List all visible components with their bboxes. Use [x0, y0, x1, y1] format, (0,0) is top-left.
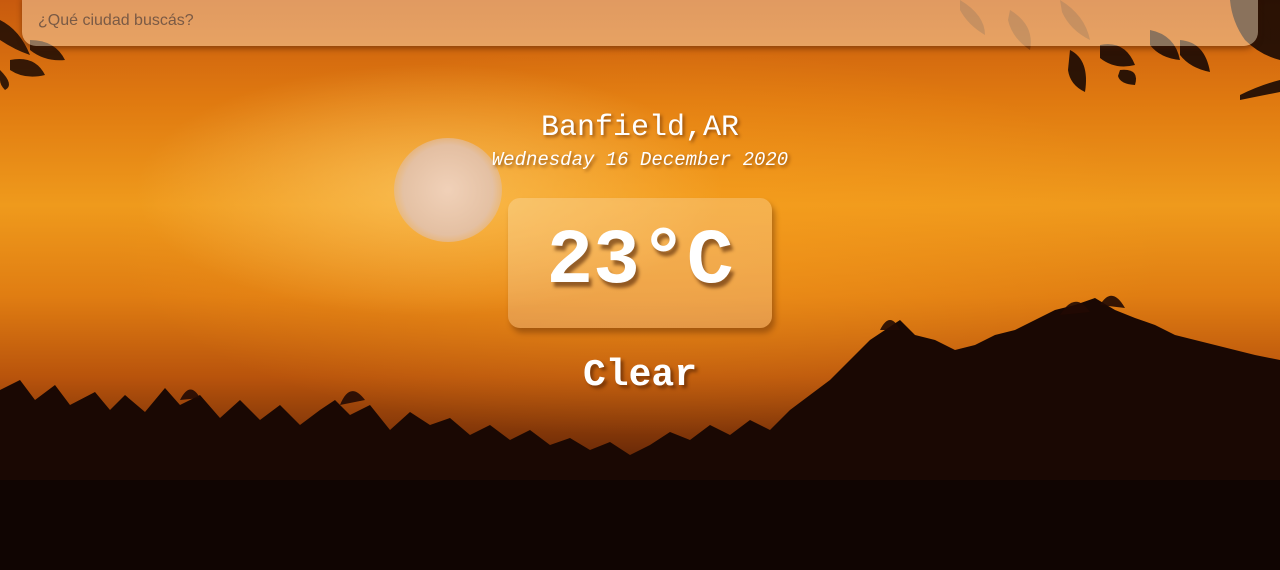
search-bar	[22, 0, 1258, 46]
temperature-card: 23°C	[508, 198, 772, 328]
weather-condition: Clear	[582, 354, 698, 397]
current-date: Wednesday 16 December 2020	[491, 149, 789, 171]
city-search-input[interactable]	[38, 8, 1218, 34]
temperature-value: 23°C	[546, 218, 734, 306]
location-name: Banfield,AR	[540, 111, 740, 145]
